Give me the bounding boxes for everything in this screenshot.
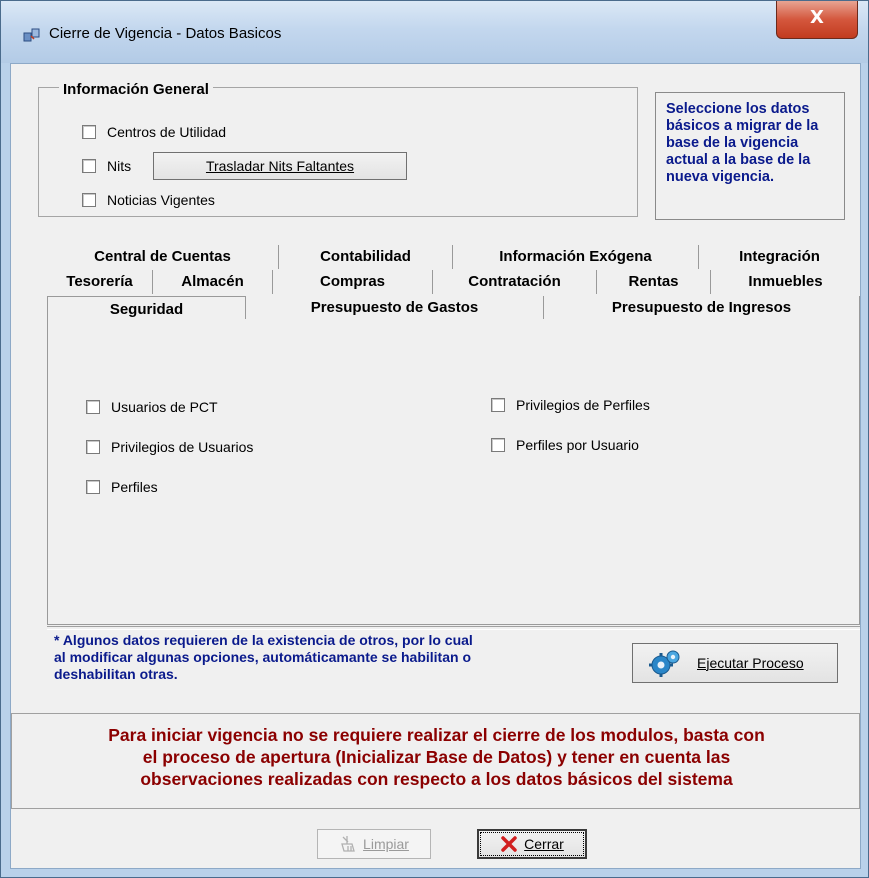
tab-panel-seguridad: Usuarios de PCT Privilegios de Usuarios … bbox=[47, 319, 860, 625]
trasladar-nits-button[interactable]: Trasladar Nits Faltantes bbox=[153, 152, 407, 180]
close-window-button[interactable]: X bbox=[776, 1, 858, 39]
nits-label: Nits bbox=[107, 158, 132, 174]
broom-icon bbox=[341, 836, 355, 852]
noticias-vigentes-label: Noticias Vigentes bbox=[107, 192, 215, 208]
close-x-icon bbox=[501, 836, 517, 852]
gears-icon bbox=[649, 650, 680, 677]
note-line: * Algunos datos requieren de la existenc… bbox=[54, 632, 473, 648]
tab-presupuesto-ingresos[interactable]: Presupuesto de Ingresos bbox=[544, 296, 860, 320]
tab-contratacion[interactable]: Contratación bbox=[433, 270, 597, 294]
checkbox-box[interactable] bbox=[82, 159, 96, 173]
usuarios-pct-checkbox[interactable]: Usuarios de PCT bbox=[86, 399, 218, 415]
dependency-note: * Algunos datos requieren de la existenc… bbox=[54, 632, 473, 683]
privilegios-usuarios-checkbox[interactable]: Privilegios de Usuarios bbox=[86, 439, 253, 455]
tab-integracion[interactable]: Integración bbox=[699, 245, 860, 269]
checkbox-box[interactable] bbox=[86, 400, 100, 414]
privilegios-perfiles-checkbox[interactable]: Privilegios de Perfiles bbox=[491, 397, 650, 413]
tab-inmuebles[interactable]: Inmuebles bbox=[711, 270, 860, 294]
noticias-vigentes-checkbox[interactable]: Noticias Vigentes bbox=[82, 192, 215, 208]
checkbox-box[interactable] bbox=[82, 193, 96, 207]
perfiles-label: Perfiles bbox=[111, 479, 158, 495]
nits-checkbox[interactable]: Nits bbox=[82, 158, 131, 174]
perfiles-por-usuario-checkbox[interactable]: Perfiles por Usuario bbox=[491, 437, 639, 453]
checkbox-box[interactable] bbox=[86, 440, 100, 454]
checkbox-box[interactable] bbox=[491, 398, 505, 412]
tab-tesoreria[interactable]: Tesorería bbox=[47, 270, 153, 294]
dialog-body: Información General Centros de Utilidad … bbox=[10, 63, 861, 869]
window-title: Cierre de Vigencia - Datos Basicos bbox=[49, 25, 282, 42]
general-info-legend: Información General bbox=[59, 81, 213, 98]
checkbox-box[interactable] bbox=[82, 125, 96, 139]
cerrar-button[interactable]: Cerrar bbox=[477, 829, 587, 859]
ejecutar-proceso-button[interactable]: Ejecutar Proceso bbox=[632, 643, 838, 683]
close-icon: X bbox=[810, 7, 824, 28]
checkbox-box[interactable] bbox=[491, 438, 505, 452]
limpiar-label: Limpiar bbox=[363, 836, 409, 852]
checkbox-box[interactable] bbox=[86, 480, 100, 494]
title-bar[interactable]: Cierre de Vigencia - Datos Basicos X bbox=[1, 1, 868, 63]
privilegios-perfiles-label: Privilegios de Perfiles bbox=[516, 397, 650, 413]
note-line: al modificar algunas opciones, automátic… bbox=[54, 649, 471, 665]
app-icon bbox=[23, 28, 40, 42]
tab-presupuesto-gastos[interactable]: Presupuesto de Gastos bbox=[246, 296, 544, 320]
perfiles-por-usuario-label: Perfiles por Usuario bbox=[516, 437, 639, 453]
tab-almacen[interactable]: Almacén bbox=[153, 270, 273, 294]
warning-line: Para iniciar vigencia no se requiere rea… bbox=[108, 725, 765, 745]
tab-central-cuentas[interactable]: Central de Cuentas bbox=[47, 245, 279, 269]
privilegios-usuarios-label: Privilegios de Usuarios bbox=[111, 439, 254, 455]
note-line: deshabilitan otras. bbox=[54, 666, 178, 682]
tab-rentas[interactable]: Rentas bbox=[597, 270, 711, 294]
tab-row-1: Central de Cuentas Contabilidad Informac… bbox=[47, 245, 860, 269]
centros-utilidad-label: Centros de Utilidad bbox=[107, 124, 227, 140]
warning-message: Para iniciar vigencia no se requiere rea… bbox=[19, 724, 854, 790]
dialog-window: Cierre de Vigencia - Datos Basicos X Inf… bbox=[0, 0, 869, 878]
warning-line: el proceso de apertura (Inicializar Base… bbox=[142, 747, 731, 767]
tab-informacion-exogena[interactable]: Información Exógena bbox=[453, 245, 699, 269]
perfiles-checkbox[interactable]: Perfiles bbox=[86, 479, 158, 495]
cerrar-label: Cerrar bbox=[524, 836, 564, 852]
warning-line: observaciones realizadas con respecto a … bbox=[140, 769, 733, 789]
centros-utilidad-checkbox[interactable]: Centros de Utilidad bbox=[82, 124, 226, 140]
divider bbox=[47, 626, 860, 630]
tab-compras[interactable]: Compras bbox=[273, 270, 433, 294]
ejecutar-proceso-label: Ejecutar Proceso bbox=[697, 655, 804, 671]
tab-row-2: Tesorería Almacén Compras Contratación R… bbox=[47, 270, 860, 294]
usuarios-pct-label: Usuarios de PCT bbox=[111, 399, 218, 415]
tab-contabilidad[interactable]: Contabilidad bbox=[279, 245, 453, 269]
limpiar-button[interactable]: Limpiar bbox=[317, 829, 431, 859]
info-panel: Seleccione los datos básicos a migrar de… bbox=[655, 92, 845, 220]
